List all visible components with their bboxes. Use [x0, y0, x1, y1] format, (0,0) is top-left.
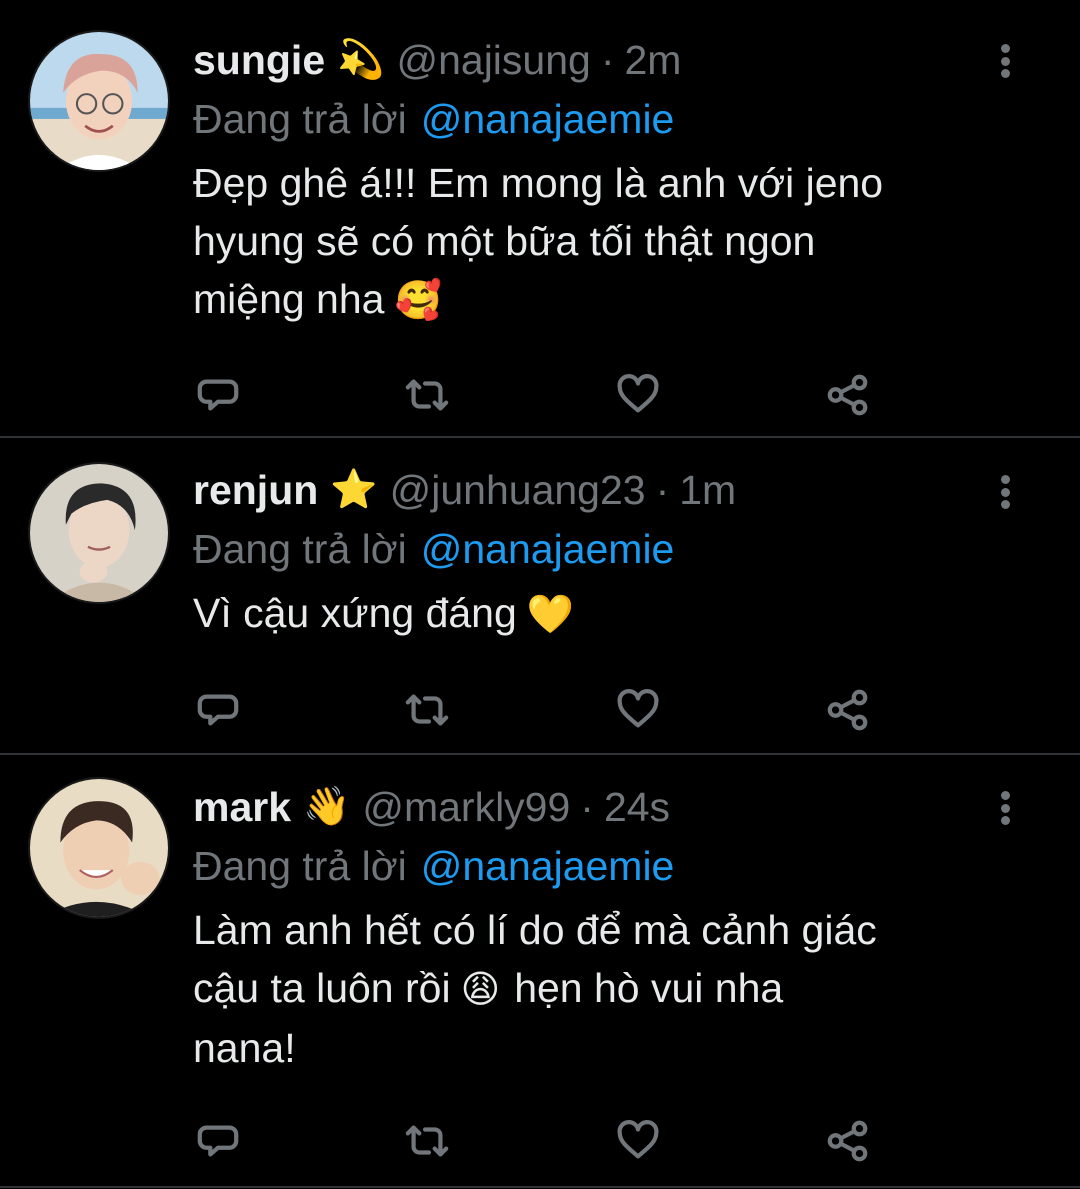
- replying-to-label: Đang trả lời: [193, 95, 407, 142]
- share-icon: [827, 1120, 868, 1162]
- tweet-text-line: Làm anh hết có lí do để mà cảnh giác: [193, 907, 877, 953]
- tweet-text: Làm anh hết có lí do để mà cảnh giác cậu…: [193, 901, 980, 1077]
- separator: ·: [580, 783, 594, 830]
- user-handle[interactable]: @junhuang23: [390, 467, 646, 514]
- tweet-actions: [193, 370, 893, 420]
- reply-button[interactable]: [193, 1116, 243, 1166]
- avatar-photo: [30, 464, 168, 602]
- avatar[interactable]: [28, 777, 170, 919]
- separator: ·: [655, 466, 670, 513]
- tweet-emoji: 😩: [460, 969, 501, 1011]
- user-handle[interactable]: @markly99: [362, 784, 570, 831]
- share-icon: [827, 689, 868, 731]
- replying-to-link[interactable]: @nanajaemie: [421, 843, 675, 890]
- tweet-text: Đẹp ghê á!!! Em mong là anh với jeno hyu…: [193, 154, 980, 330]
- more-vertical-icon[interactable]: [990, 40, 1020, 82]
- badge-emoji: ⭐: [330, 469, 378, 511]
- heart-icon: [617, 374, 659, 413]
- like-button[interactable]: [613, 685, 663, 735]
- tweet-text-line: Vì cậu xứng đáng: [193, 590, 517, 636]
- tweet-renjun[interactable]: renjun ⭐ @junhuang23 · 1m Đang trả lời @…: [0, 438, 1080, 753]
- like-button[interactable]: [613, 370, 663, 420]
- tweet-text-line: Đẹp ghê á!!! Em mong là anh với jeno: [193, 160, 884, 206]
- like-button[interactable]: [613, 1116, 663, 1166]
- display-name[interactable]: sungie: [193, 37, 325, 84]
- separator: ·: [600, 36, 615, 83]
- avatar[interactable]: [28, 462, 170, 604]
- retweet-button[interactable]: [402, 1116, 452, 1166]
- badge-emoji: 💫: [337, 39, 385, 81]
- avatar-photo: [30, 779, 168, 917]
- replying-to-link[interactable]: @nanajaemie: [421, 96, 675, 143]
- retweet-icon: [405, 379, 449, 411]
- tweet-header: mark 👋 @markly99 · 24s: [193, 777, 980, 837]
- reply-icon: [197, 694, 239, 726]
- more-vertical-icon[interactable]: [990, 787, 1020, 829]
- badge-emoji: 👋: [303, 786, 351, 828]
- reply-button[interactable]: [193, 685, 243, 735]
- tweet-header: renjun ⭐ @junhuang23 · 1m: [193, 460, 980, 520]
- tweet-emoji: 💛: [526, 594, 575, 636]
- share-button[interactable]: [823, 1116, 873, 1166]
- avatar-photo: [30, 32, 168, 170]
- more-vertical-icon[interactable]: [990, 471, 1020, 513]
- replying-to-label: Đang trả lời: [193, 842, 407, 889]
- heart-icon: [617, 689, 659, 728]
- share-button[interactable]: [823, 370, 873, 420]
- timestamp[interactable]: 24s: [604, 784, 670, 831]
- retweet-icon: [405, 694, 449, 726]
- retweet-button[interactable]: [402, 370, 452, 420]
- divider: [0, 1186, 1080, 1188]
- share-button[interactable]: [823, 685, 873, 735]
- reply-icon: [197, 379, 239, 411]
- tweet-text-line: nana!: [193, 1025, 296, 1071]
- tweet-text-line: miệng nha: [193, 276, 385, 322]
- retweet-icon: [405, 1125, 449, 1157]
- reply-feed: sungie 💫 @najisung · 2m Đang trả lời @na…: [0, 0, 1080, 1189]
- replying-to-label: Đang trả lời: [193, 525, 407, 572]
- replying-to: Đang trả lời @nanajaemie: [193, 837, 980, 895]
- reply-icon: [197, 1125, 239, 1157]
- replying-to: Đang trả lời @nanajaemie: [193, 520, 980, 578]
- timestamp[interactable]: 1m: [679, 467, 736, 514]
- tweet-mark[interactable]: mark 👋 @markly99 · 24s Đang trả lời @nan…: [0, 755, 1080, 1189]
- replying-to-link[interactable]: @nanajaemie: [421, 526, 675, 573]
- tweet-actions: [193, 1116, 893, 1166]
- tweet-emoji: 🥰: [394, 280, 442, 322]
- tweet-header: sungie 💫 @najisung · 2m: [193, 30, 980, 90]
- tweet-text-line: hyung sẽ có một bữa tối thật ngon: [193, 218, 816, 264]
- display-name[interactable]: mark: [193, 784, 291, 831]
- tweet-text: Vì cậu xứng đáng 💛: [193, 584, 980, 644]
- share-icon: [827, 374, 868, 416]
- tweet-text-line: cậu ta luôn rồi: [193, 965, 451, 1011]
- retweet-button[interactable]: [402, 685, 452, 735]
- replying-to: Đang trả lời @nanajaemie: [193, 90, 980, 148]
- display-name[interactable]: renjun: [193, 467, 318, 514]
- avatar[interactable]: [28, 30, 170, 172]
- heart-icon: [617, 1120, 659, 1159]
- tweet-sungie[interactable]: sungie 💫 @najisung · 2m Đang trả lời @na…: [0, 0, 1080, 437]
- timestamp[interactable]: 2m: [624, 37, 681, 84]
- tweet-actions: [193, 685, 893, 735]
- tweet-text-line: hẹn hò vui nha: [514, 965, 784, 1011]
- reply-button[interactable]: [193, 370, 243, 420]
- user-handle[interactable]: @najisung: [396, 37, 590, 84]
